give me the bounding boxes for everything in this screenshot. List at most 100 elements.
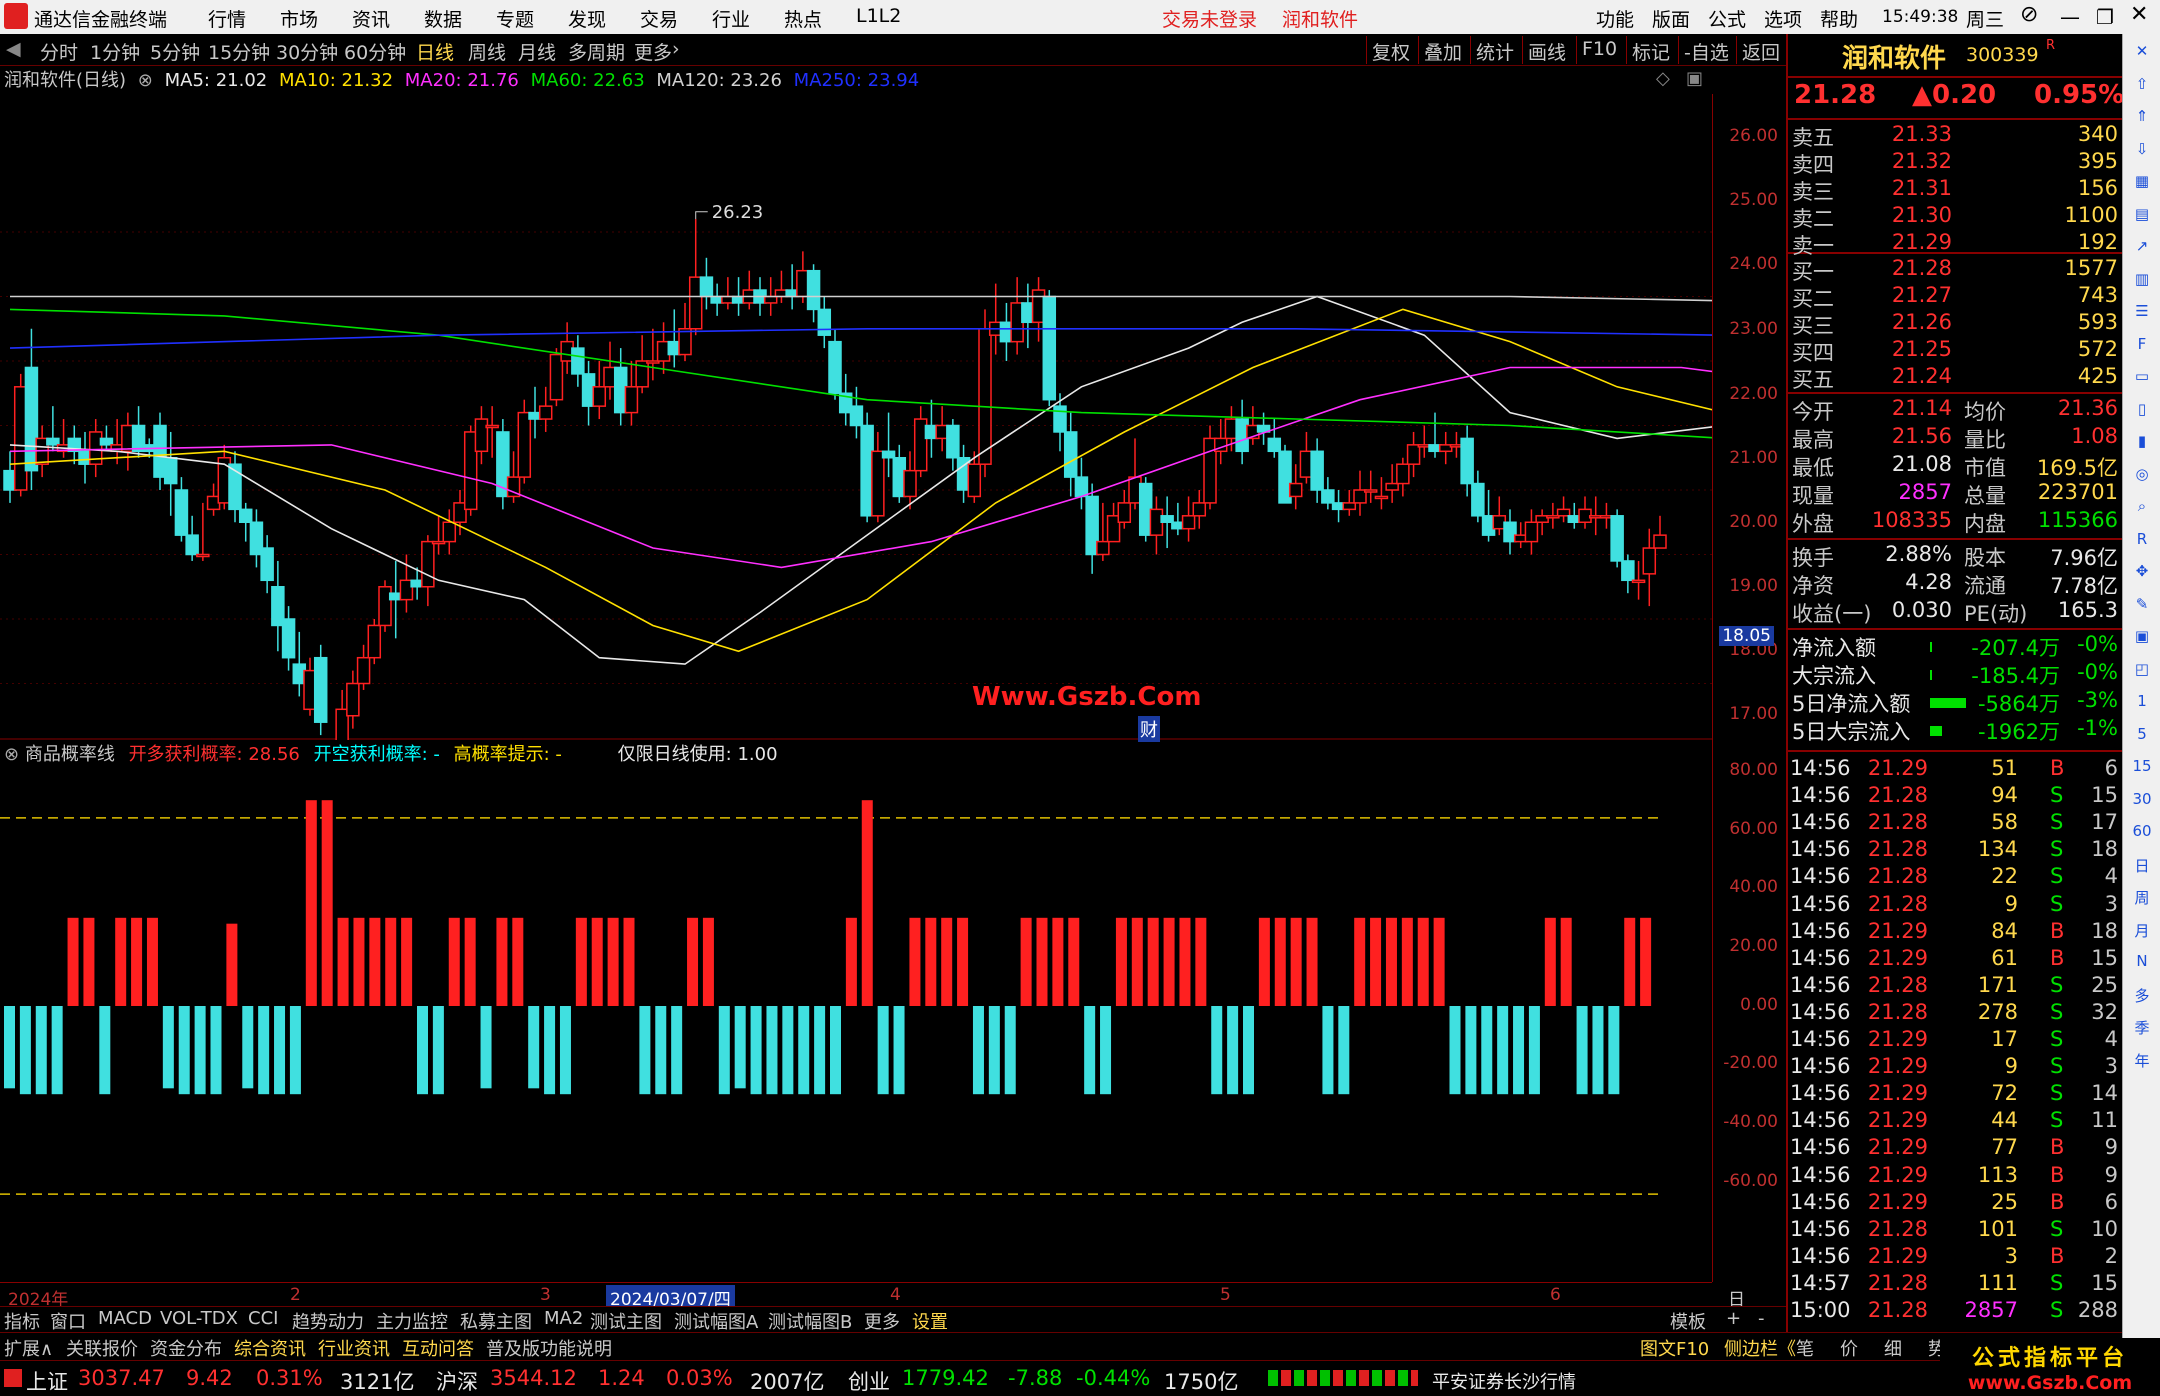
tab-ceshizhutu[interactable]: 测试主图: [590, 1308, 662, 1334]
tab-ma2[interactable]: MA2: [544, 1308, 583, 1329]
side-tool-26[interactable]: 周: [2129, 887, 2155, 911]
btn-zixuan[interactable]: -自选: [1678, 36, 1734, 64]
side-tool-30[interactable]: 季: [2129, 1017, 2155, 1041]
finance-badge[interactable]: 财: [1138, 716, 1160, 742]
tab-settings[interactable]: 设置: [912, 1308, 948, 1334]
menu-hangye[interactable]: 行业: [712, 5, 750, 32]
restore-icon[interactable]: ❐: [2096, 5, 2114, 29]
tab-add[interactable]: +: [1726, 1308, 1741, 1329]
btn-tongji[interactable]: 统计: [1470, 36, 1519, 64]
trade-login-status[interactable]: 交易未登录: [1162, 5, 1257, 32]
period-more[interactable]: 更多: [634, 38, 672, 65]
side-tool-31[interactable]: 年: [2129, 1050, 2155, 1074]
tab-bi[interactable]: 笔: [1796, 1335, 1814, 1361]
btn-f10[interactable]: F10: [1576, 36, 1622, 64]
period-60min[interactable]: 60分钟: [344, 38, 406, 65]
list-icon[interactable]: ☰: [2129, 302, 2155, 326]
tab-zonghe[interactable]: 综合资讯: [234, 1335, 306, 1361]
tab-qushidongli[interactable]: 趋势动力: [292, 1308, 364, 1334]
tab-zijin[interactable]: 资金分布: [150, 1335, 222, 1361]
menu-zixun[interactable]: 资讯: [352, 5, 390, 32]
tab-ceshifutu-b[interactable]: 测试幅图B: [768, 1308, 852, 1334]
minimize-icon[interactable]: —: [2060, 5, 2080, 29]
chart-window-icon[interactable]: ▣: [1686, 68, 1703, 89]
settings-icon[interactable]: ⊗: [138, 70, 153, 91]
tab-hudong[interactable]: 互动问答: [402, 1335, 474, 1361]
candlestick-chart[interactable]: 26.2317.10: [0, 94, 1712, 740]
period-15min[interactable]: 15分钟: [208, 38, 270, 65]
period-daily[interactable]: 日线: [416, 38, 454, 65]
side-tool-28[interactable]: N: [2129, 952, 2155, 976]
side-tool-20[interactable]: 1: [2129, 692, 2155, 716]
pen-icon[interactable]: ✎: [2129, 595, 2155, 619]
tab-guanlian[interactable]: 关联报价: [66, 1335, 138, 1361]
side-tool-21[interactable]: 5: [2129, 725, 2155, 749]
menu-l1l2[interactable]: L1L2: [856, 5, 901, 27]
period-1min[interactable]: 1分钟: [90, 38, 140, 65]
sz-name[interactable]: 沪深: [436, 1366, 478, 1396]
tab-puji[interactable]: 普及版功能说明: [486, 1335, 612, 1361]
trend-icon[interactable]: ↗: [2129, 237, 2155, 261]
back-icon[interactable]: ⊘: [2020, 2, 2038, 27]
fs-icon[interactable]: ▣: [2129, 627, 2155, 651]
period-30min[interactable]: 30分钟: [276, 38, 338, 65]
f2-icon[interactable]: ▯: [2129, 400, 2155, 424]
tab-macd[interactable]: MACD: [98, 1308, 152, 1329]
side-tool-23[interactable]: 30: [2129, 790, 2155, 814]
collapse-icon[interactable]: ◀: [6, 38, 21, 60]
side-tool-24[interactable]: 60: [2129, 822, 2155, 846]
period-multi[interactable]: 多周期: [568, 38, 625, 65]
period-fenshi[interactable]: 分时: [40, 38, 78, 65]
tab-cci[interactable]: CCI: [248, 1308, 278, 1329]
menu-gongshi[interactable]: 公式: [1708, 5, 1746, 32]
grid-icon[interactable]: ▤: [2129, 205, 2155, 229]
tab-expand[interactable]: 扩展∧: [4, 1335, 53, 1361]
btn-fuquan[interactable]: 复权: [1366, 36, 1415, 64]
sq-icon[interactable]: ◰: [2129, 660, 2155, 684]
cy-name[interactable]: 创业: [848, 1366, 890, 1396]
chevron-right-icon[interactable]: ›: [672, 38, 680, 60]
chart-diamond-icon[interactable]: ◇: [1656, 68, 1670, 89]
tab-more[interactable]: 更多: [864, 1308, 900, 1334]
tab-zhulijiankong[interactable]: 主力监控: [376, 1308, 448, 1334]
tab-jia[interactable]: 价: [1840, 1335, 1858, 1361]
tab-sidebar[interactable]: 侧边栏《: [1724, 1335, 1796, 1361]
period-5min[interactable]: 5分钟: [150, 38, 200, 65]
menu-redian[interactable]: 热点: [784, 5, 822, 32]
period-monthly[interactable]: 月线: [518, 38, 556, 65]
down-icon[interactable]: ⇩: [2129, 140, 2155, 164]
up2-icon[interactable]: ⇑: [2129, 107, 2155, 131]
rsi-icon[interactable]: R: [2129, 530, 2155, 554]
menu-xuanxiang[interactable]: 选项: [1764, 5, 1802, 32]
btn-diejia[interactable]: 叠加: [1418, 36, 1467, 64]
search-icon[interactable]: ⌕: [2129, 497, 2155, 521]
period-weekly[interactable]: 周线: [468, 38, 506, 65]
indicator-settings-icon[interactable]: ⊗: [4, 744, 19, 765]
tab-chuangkou[interactable]: 窗口: [50, 1308, 86, 1334]
doc-icon[interactable]: ▭: [2129, 367, 2155, 391]
tab-hangye[interactable]: 行业资讯: [318, 1335, 390, 1361]
menu-banmian[interactable]: 版面: [1652, 5, 1690, 32]
side-tool-27[interactable]: 月: [2129, 920, 2155, 944]
menu-hangqing[interactable]: 行情: [208, 5, 246, 32]
probability-indicator-chart[interactable]: [0, 740, 1712, 1282]
move-icon[interactable]: ✥: [2129, 562, 2155, 586]
tab-vol-tdx[interactable]: VOL-TDX: [160, 1308, 238, 1329]
f5-icon[interactable]: ▮: [2129, 432, 2155, 456]
tab-zhibiao[interactable]: 指标: [4, 1308, 40, 1334]
close-icon[interactable]: ✕: [2129, 42, 2155, 66]
bars-icon[interactable]: ▥: [2129, 270, 2155, 294]
menu-bangzhu[interactable]: 帮助: [1820, 5, 1858, 32]
sh-name[interactable]: 上证: [26, 1366, 68, 1396]
menu-jiaoyi[interactable]: 交易: [640, 5, 678, 32]
tab-template[interactable]: 模板: [1670, 1308, 1706, 1334]
menu-zhuanti[interactable]: 专题: [496, 5, 534, 32]
tab-f10[interactable]: 图文F10: [1640, 1335, 1709, 1361]
btn-biaoji[interactable]: 标记: [1626, 36, 1675, 64]
circle-icon[interactable]: ◎: [2129, 465, 2155, 489]
up-icon[interactable]: ⇧: [2129, 75, 2155, 99]
tab-simuzhutu[interactable]: 私募主图: [460, 1308, 532, 1334]
chart-icon[interactable]: ▦: [2129, 172, 2155, 196]
btn-fanhui[interactable]: 返回: [1736, 36, 1785, 64]
side-tool-25[interactable]: 日: [2129, 855, 2155, 879]
